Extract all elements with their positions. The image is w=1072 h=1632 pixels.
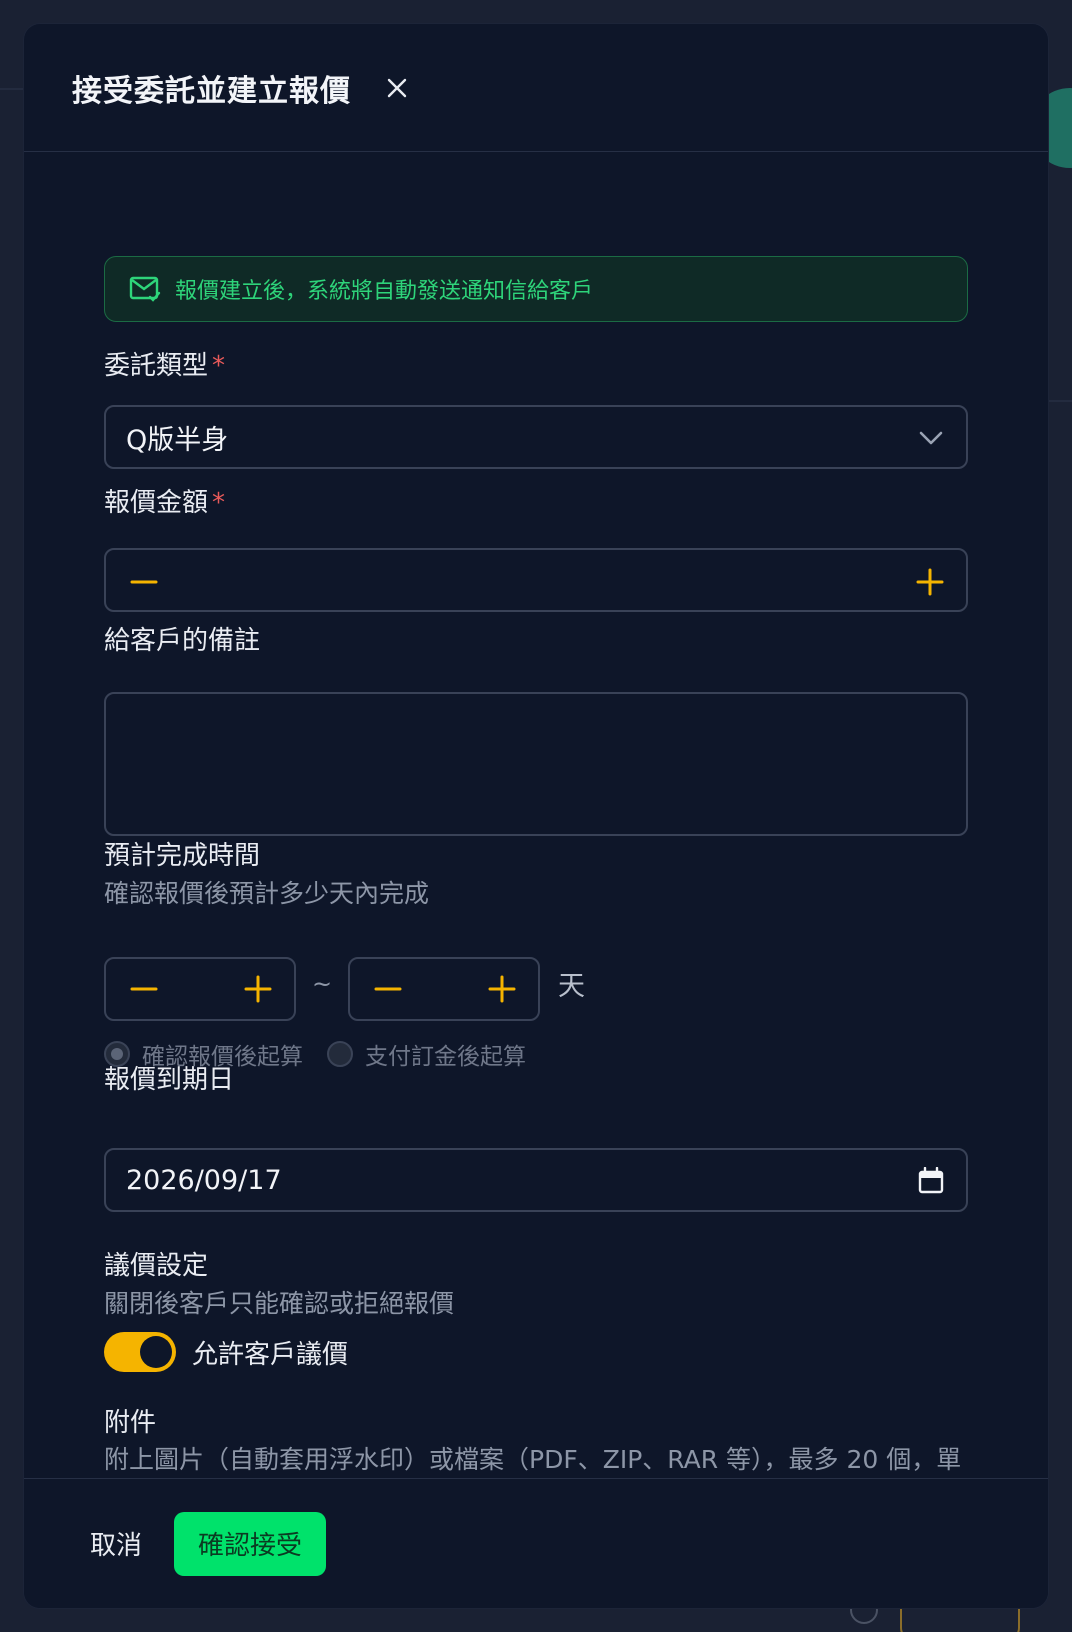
quote-amount-stepper[interactable] <box>104 548 968 612</box>
required-mark: * <box>212 488 226 518</box>
commission-type-value: Q版半身 <box>126 424 229 456</box>
expiry-date-value: 2026/09/17 <box>126 1164 282 1196</box>
quote-amount-label-text: 報價金額 <box>104 488 209 518</box>
modal-header: 接受委託並建立報價 <box>24 24 1048 152</box>
eta-label: 預計完成時間 <box>104 841 261 871</box>
bg-divider <box>0 88 24 90</box>
cancel-button[interactable]: 取消 <box>90 1525 142 1562</box>
days-unit: 天 <box>558 971 585 1002</box>
email-notice: 報價建立後，系統將自動發送通知信給客戶 <box>104 256 968 322</box>
modal-footer: 取消 確認接受 <box>24 1478 1048 1608</box>
commission-type-select[interactable]: Q版半身 <box>104 405 968 469</box>
minus-icon[interactable] <box>130 975 158 1003</box>
note-label: 給客戶的備註 <box>104 626 261 656</box>
note-textarea[interactable] <box>104 692 968 836</box>
plus-icon[interactable] <box>916 568 944 596</box>
expiry-date-input[interactable]: 2026/09/17 <box>104 1148 968 1212</box>
close-icon <box>387 78 407 97</box>
radio-after-deposit[interactable] <box>327 1041 353 1067</box>
negotiation-toggle-row: 允許客戶議價 <box>104 1332 348 1372</box>
mail-check-icon <box>129 276 161 302</box>
notice-text: 報價建立後，系統將自動發送通知信給客戶 <box>175 279 594 304</box>
plus-icon[interactable] <box>488 975 516 1003</box>
range-separator: ~ <box>312 970 333 998</box>
toggle-knob <box>140 1336 172 1368</box>
minus-icon[interactable] <box>130 568 158 596</box>
toggle-label: 允許客戶議價 <box>192 1339 349 1370</box>
modal-title: 接受委託並建立報價 <box>72 73 351 109</box>
negotiation-hint: 關閉後客戶只能確認或拒絕報價 <box>104 1289 455 1318</box>
commission-type-label: 委託類型 * <box>104 345 225 382</box>
attachments-label: 附件 <box>104 1408 157 1438</box>
quote-amount-label: 報價金額 * <box>104 482 225 519</box>
confirm-accept-button[interactable]: 確認接受 <box>174 1511 327 1576</box>
close-button[interactable] <box>379 70 415 106</box>
calendar-icon[interactable] <box>918 1167 944 1195</box>
eta-max-stepper[interactable] <box>348 957 540 1021</box>
radio-label: 支付訂金後起算 <box>365 1044 526 1070</box>
negotiation-label: 議價設定 <box>104 1251 209 1281</box>
eta-min-stepper[interactable] <box>104 957 296 1021</box>
expiry-label: 報價到期日 <box>104 1065 235 1095</box>
allow-negotiation-toggle[interactable] <box>104 1332 176 1372</box>
minus-icon[interactable] <box>374 975 402 1003</box>
chevron-down-icon <box>919 431 943 445</box>
plus-icon[interactable] <box>244 975 272 1003</box>
modal-body[interactable]: 報價建立後，系統將自動發送通知信給客戶 委託類型 * Q版半身 報價金額 * 給客戶… <box>104 152 968 1502</box>
commission-type-label-text: 委託類型 <box>104 351 209 381</box>
bg-divider <box>1048 400 1072 402</box>
eta-hint: 確認報價後預計多少天內完成 <box>104 879 430 908</box>
accept-quote-modal: 接受委託並建立報價 報價建立後，系統將自動發送通知信給客戶 委託類型 * Q版半身 <box>24 24 1048 1608</box>
required-mark: * <box>212 351 226 381</box>
